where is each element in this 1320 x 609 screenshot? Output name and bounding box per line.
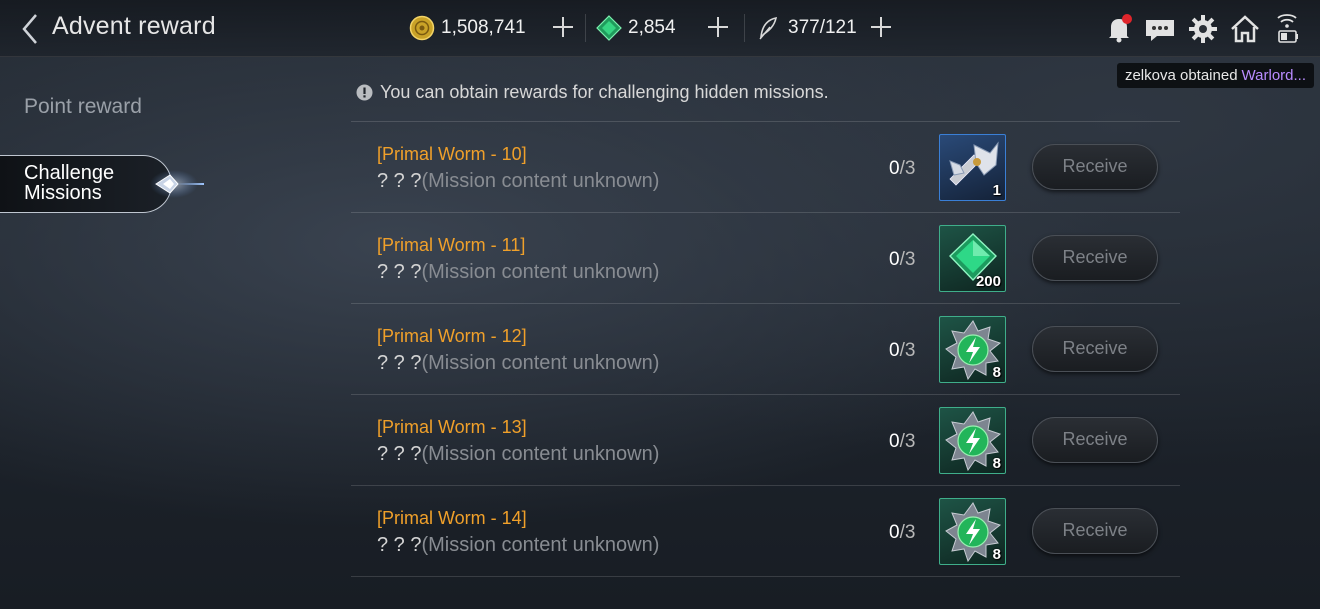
divider [585, 14, 586, 42]
info-line: You can obtain rewards for challenging h… [356, 82, 829, 103]
mission-title: [Primal Worm - 13] [377, 417, 527, 437]
receive-button[interactable]: Receive [1032, 144, 1158, 190]
mission-hidden-marks: ? ? ? [377, 170, 422, 192]
reward-slot[interactable]: 1 [939, 134, 1006, 201]
add-gold-button[interactable] [549, 13, 577, 41]
wifi-battery-icon [1277, 14, 1298, 43]
progress-current: 0 [889, 431, 900, 452]
receive-button[interactable]: Receive [1032, 235, 1158, 281]
reward-slot[interactable]: 200 [939, 225, 1006, 292]
mission-progress: 0/3 [889, 522, 915, 544]
receive-button[interactable]: Receive [1032, 508, 1158, 554]
mission-description: ? ? ?(Mission content unknown) [377, 443, 659, 466]
mission-title: [Primal Worm - 12] [377, 326, 527, 346]
feather-icon [759, 16, 778, 40]
progress-total: /3 [899, 158, 916, 179]
reward-slot[interactable]: 8 [939, 316, 1006, 383]
chat-icon[interactable] [1143, 12, 1177, 46]
mission-list: [Primal Worm - 10] ? ? ?(Mission content… [351, 121, 1180, 577]
mission-row: [Primal Worm - 13] ? ? ?(Mission content… [351, 395, 1180, 486]
reward-slot[interactable]: 8 [939, 498, 1006, 565]
gear-icon[interactable] [1186, 12, 1220, 46]
mission-desc-text: (Mission content unknown) [421, 443, 660, 465]
progress-total: /3 [899, 249, 916, 270]
mission-description: ? ? ?(Mission content unknown) [377, 170, 659, 193]
mission-description: ? ? ?(Mission content unknown) [377, 261, 659, 284]
reward-quantity: 8 [992, 455, 1001, 472]
top-bar: Advent reward 1,508,741 2,854 377/121 [0, 0, 1320, 57]
gem-currency: 2,854 [596, 12, 676, 44]
mission-progress: 0/3 [889, 158, 915, 180]
toast-item: Warlord... [1241, 67, 1306, 84]
add-gems-button[interactable] [704, 13, 732, 41]
mission-hidden-marks: ? ? ? [377, 534, 422, 556]
mission-hidden-marks: ? ? ? [377, 352, 422, 374]
bell-icon[interactable] [1102, 12, 1136, 46]
home-icon[interactable] [1228, 12, 1262, 46]
page-title: Advent reward [52, 12, 216, 40]
mission-desc-text: (Mission content unknown) [421, 352, 660, 374]
gem-amount: 2,854 [628, 17, 676, 38]
mission-title: [Primal Worm - 14] [377, 508, 527, 528]
gold-coin-icon [409, 15, 435, 41]
reward-quantity: 8 [992, 546, 1001, 563]
mission-hidden-marks: ? ? ? [377, 261, 422, 283]
reward-quantity: 200 [975, 273, 1001, 290]
progress-total: /3 [899, 522, 916, 543]
green-gem-icon [596, 15, 622, 41]
progress-current: 0 [889, 340, 900, 361]
back-arrow-icon[interactable] [18, 12, 44, 46]
mission-row: [Primal Worm - 10] ? ? ?(Mission content… [351, 122, 1180, 213]
mission-progress: 0/3 [889, 431, 915, 453]
reward-quantity: 8 [992, 364, 1001, 381]
mission-row: [Primal Worm - 11] ? ? ?(Mission content… [351, 213, 1180, 304]
gold-currency: 1,508,741 [409, 12, 526, 44]
mission-row: [Primal Worm - 14] ? ? ?(Mission content… [351, 486, 1180, 577]
add-stamina-button[interactable] [867, 13, 895, 41]
mission-title: [Primal Worm - 11] [377, 235, 526, 255]
nav-point-reward[interactable]: Point reward [24, 95, 142, 119]
toast-user: zelkova [1124, 67, 1176, 84]
mission-title: [Primal Worm - 10] [377, 144, 527, 164]
mission-row: [Primal Worm - 12] ? ? ?(Mission content… [351, 304, 1180, 395]
progress-current: 0 [889, 522, 900, 543]
info-text: You can obtain rewards for challenging h… [380, 82, 829, 102]
mission-desc-text: (Mission content unknown) [421, 261, 660, 283]
mission-progress: 0/3 [889, 249, 915, 271]
reward-quantity: 1 [992, 182, 1001, 199]
mission-progress: 0/3 [889, 340, 915, 362]
reward-slot[interactable]: 8 [939, 407, 1006, 474]
divider [744, 14, 745, 42]
gold-amount: 1,508,741 [441, 17, 526, 38]
mission-description: ? ? ?(Mission content unknown) [377, 352, 659, 375]
mission-desc-text: (Mission content unknown) [421, 534, 660, 556]
toast-verb: obtained [1179, 67, 1238, 84]
receive-button[interactable]: Receive [1032, 417, 1158, 463]
selected-gem-indicator-icon [150, 170, 204, 198]
acquisition-toast: zelkova obtained Warlord... [1116, 63, 1314, 88]
mission-desc-text: (Mission content unknown) [421, 170, 660, 192]
mission-description: ? ? ?(Mission content unknown) [377, 534, 659, 557]
nav-challenge-missions[interactable]: Challenge Missions [0, 155, 172, 213]
progress-current: 0 [889, 158, 900, 179]
progress-current: 0 [889, 249, 900, 270]
progress-total: /3 [899, 431, 916, 452]
receive-button[interactable]: Receive [1032, 326, 1158, 372]
exclamation-icon [356, 84, 373, 101]
stamina-currency: 377/121 [756, 12, 857, 44]
stamina-amount: 377/121 [788, 17, 857, 38]
progress-total: /3 [899, 340, 916, 361]
mission-hidden-marks: ? ? ? [377, 443, 422, 465]
nav-challenge-label: Challenge Missions [24, 162, 115, 204]
